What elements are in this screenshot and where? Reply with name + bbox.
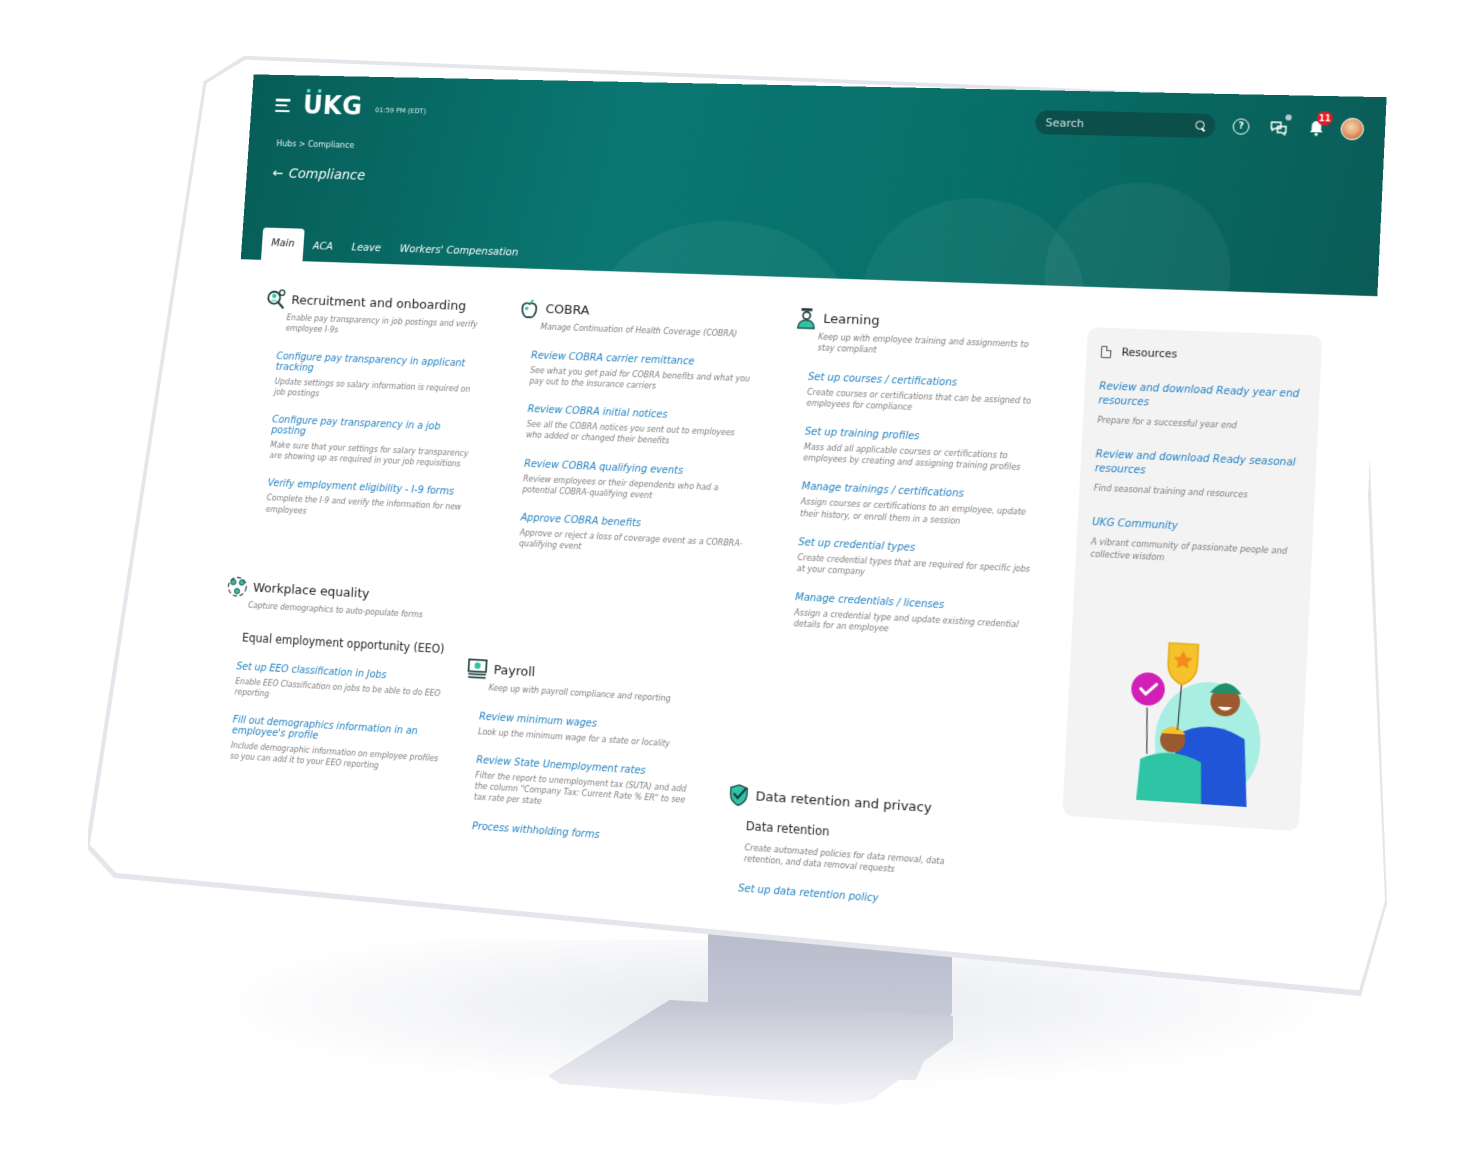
link-ready-year-end-resources[interactable]: Review and download Ready year end resou… [1098,380,1305,417]
list-item: Fill out demographics information in an … [230,715,444,776]
item-description: Create courses or certifications that ca… [806,387,1032,412]
top-bar: UKG 01:59 PM (EDT) ? [274,88,1365,147]
list-item: Configure pay transparency in applicant … [274,351,478,406]
list-item: Verify employment eligibility - I-9 form… [266,478,469,524]
chat-bubbles-icon [1269,119,1289,136]
shield-check-icon [727,783,750,807]
resource-description: Prepare for a successful year end [1097,415,1238,431]
resource-item: Review and download Ready year end resou… [1097,380,1305,434]
screen-wrapper: UKG 01:59 PM (EDT) ? [0,0,1484,1174]
section-title: Learning [822,311,880,329]
list-item: Review COBRA initial notices See all the… [526,404,751,450]
resource-item: Review and download Ready seasonal resou… [1094,448,1302,503]
list-item: Set up training profiles Mass add all ap… [803,427,1041,475]
search-icon[interactable] [1195,120,1207,131]
section-cobra: COBRA Manage Continuation of Health Cove… [503,297,756,560]
item-description: Complete the I-9 and verify the informat… [265,493,462,516]
list-item: Configure pay transparency in a job post… [269,415,473,471]
list-item: Manage credentials / licenses Assign a c… [793,592,1032,643]
resources-panel: Resources Review and download Ready year… [1062,327,1323,832]
logo-text: UKG [302,91,364,122]
balloon-check [1130,671,1166,707]
item-description: See all the COBRA notices you sent out t… [525,419,735,446]
section-title: Recruitment and onboarding [290,292,467,314]
resource-description: A vibrant community of passionate people… [1090,537,1288,562]
section-workplace-equality: Workplace equality Capture demographics … [215,576,453,776]
section-learning: Learning Keep up with employee training … [777,307,1047,643]
link-set-up-data-retention-policy[interactable]: Set up data retention policy [738,883,985,912]
tab-main[interactable]: Main [260,227,305,262]
tab-leave[interactable]: Leave [341,234,391,264]
search-input[interactable] [1045,115,1196,133]
list-item: Review COBRA qualifying events Review em… [522,458,747,505]
section-title: Payroll [493,662,536,680]
resources-title: Resources [1121,346,1178,361]
app-screen: UKG 01:59 PM (EDT) ? [197,74,1387,967]
clock: 01:59 PM (EDT) [374,106,427,116]
section-description: Keep up with employee training and assig… [817,332,1029,355]
section-title: Workplace equality [252,580,370,602]
unread-dot [1285,114,1292,121]
help-icon: ? [1232,118,1250,135]
link-ready-seasonal-resources[interactable]: Review and download Ready seasonal resou… [1094,448,1301,486]
document-icon [1100,345,1112,359]
list-item: Review minimum wages Look up the minimum… [478,711,697,751]
notifications-button[interactable]: 11 [1304,111,1334,140]
list-item: Process withholding forms [472,821,691,847]
item-description: Make sure that your settings for salary … [269,440,469,469]
hamburger-menu-icon[interactable] [274,98,291,113]
list-item: Review COBRA carrier remittance See what… [529,350,754,395]
user-avatar[interactable] [1340,117,1365,141]
people-circle-icon [226,576,248,598]
list-item: Set up EEO classification in Jobs Enable… [234,661,447,710]
paycheck-icon [466,657,488,680]
apple-icon [518,299,540,319]
subsection-title: Equal employment opportunity (EEO) [241,630,445,656]
list-item: Approve COBRA benefits Approve or reject… [519,513,744,561]
child-figure [1136,750,1204,805]
resource-description: Find seasonal training and resources [1093,483,1248,500]
ukg-logo[interactable]: UKG [302,88,364,122]
section-title: Data retention and privacy [755,788,933,816]
list-item: Review State Unemployment rates Filter t… [474,755,695,818]
page-title: ← Compliance [272,166,366,184]
resource-item: UKG Community A vibrant community of pas… [1090,516,1298,569]
link-process-withholding-forms[interactable]: Process withholding forms [472,821,691,847]
page-title-text: Compliance [288,166,366,184]
section-payroll: Payroll Keep up with payroll compliance … [456,657,700,846]
section-data-retention: Data retention and privacy Data retentio… [722,783,991,912]
tab-workers-compensation[interactable]: Workers' Compensation [389,235,528,268]
notification-badge: 11 [1316,111,1334,126]
section-description: Enable pay transparency in job postings … [285,313,478,335]
item-description: Mass add all applicable courses or certi… [803,442,1021,473]
graduate-icon [795,308,818,330]
messages-button[interactable] [1267,114,1292,139]
breadcrumb[interactable]: Hubs > Compliance [276,139,354,150]
list-item: Set up credential types Create credentia… [797,537,1035,587]
section-recruitment: Recruitment and onboarding Enable pay tr… [251,289,482,525]
app-header: UKG 01:59 PM (EDT) ? [240,74,1387,297]
link-configure-pay-transparency-applicant[interactable]: Configure pay transparency in applicant … [275,351,477,380]
item-description: Review employees or their dependents who… [522,473,719,500]
list-item: Set up data retention policy [738,883,985,912]
back-arrow-icon[interactable]: ← [272,166,284,181]
link-ukg-community[interactable]: UKG Community [1092,516,1299,540]
item-description: Update settings so salary information is… [273,376,471,399]
search-box[interactable] [1034,110,1216,139]
list-item: Set up courses / certifications Create c… [806,372,1044,419]
header-decoration [1039,180,1236,297]
item-description: See what you get paid for COBRA benefits… [529,365,751,391]
list-item: Manage trainings / certifications Assign… [800,482,1038,531]
magnifier-people-icon [265,289,287,311]
main-content: Recruitment and onboarding Enable pay tr… [197,259,1378,967]
section-description: Create automated policies for data remov… [743,843,945,874]
celebration-illustration [1130,634,1264,808]
section-title: COBRA [545,301,590,318]
tab-aca[interactable]: ACA [303,233,344,263]
help-button[interactable]: ? [1229,115,1253,138]
